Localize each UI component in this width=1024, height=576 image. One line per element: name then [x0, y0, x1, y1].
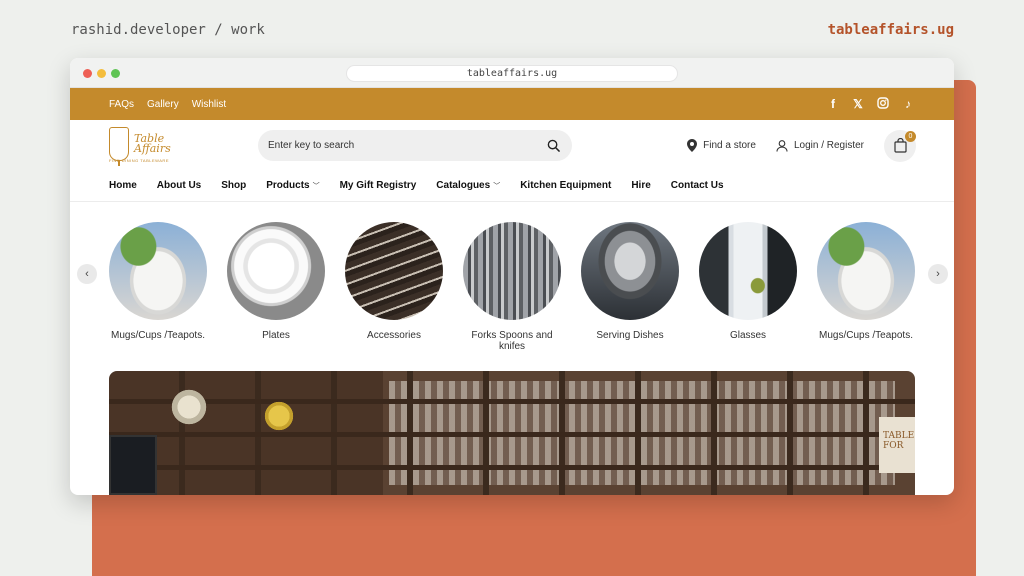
carousel-next-button[interactable]: ›: [928, 264, 948, 284]
nav-shop[interactable]: Shop: [221, 180, 246, 191]
shelf-frame: [109, 371, 915, 495]
nav-my-gift-registry[interactable]: My Gift Registry: [340, 180, 417, 191]
portfolio-caption: rashid.developer / work: [71, 22, 265, 38]
faqs-link[interactable]: FAQs: [109, 99, 134, 110]
minimize-window-button[interactable]: [97, 69, 106, 78]
category-image-plates: [227, 222, 325, 320]
cart-button[interactable]: 0: [884, 129, 916, 162]
decorative-plate: [261, 401, 297, 431]
category-label: Forks Spoons and knifes: [471, 330, 553, 352]
logo-tagline: FINE DINING TABLEWARE: [109, 158, 169, 163]
chevron-right-icon: ›: [936, 268, 940, 280]
category-item[interactable]: Mugs/Cups /Teapots.: [103, 222, 213, 341]
nav-about-us[interactable]: About Us: [157, 180, 201, 191]
browser-titlebar: tableaffairs.ug: [70, 58, 954, 88]
carousel-prev-button[interactable]: ‹: [77, 264, 97, 284]
nav-catalogues[interactable]: Catalogues ﹀: [436, 180, 500, 191]
category-carousel: ‹ Mugs/Cups /Teapots. Plates Accessories…: [70, 202, 954, 370]
nav-kitchen-equipment[interactable]: Kitchen Equipment: [520, 180, 611, 191]
chevron-down-icon: ﹀: [493, 182, 501, 190]
address-bar[interactable]: tableaffairs.ug: [346, 65, 678, 82]
category-item[interactable]: Accessories: [339, 222, 449, 341]
nav-home[interactable]: Home: [109, 180, 137, 191]
category-image-mug: [817, 222, 915, 320]
instagram-icon[interactable]: [877, 96, 889, 112]
category-item[interactable]: Mugs/Cups /Teapots.: [811, 222, 921, 341]
cart-count-badge: 0: [905, 130, 916, 142]
wine-glass-icon: [109, 127, 129, 166]
location-pin-icon: [687, 139, 698, 152]
logo-line-2: Affairs: [134, 142, 171, 155]
gallery-link[interactable]: Gallery: [147, 99, 179, 110]
chevron-down-icon: ﹀: [312, 182, 320, 190]
site-domain-caption: tableaffairs.ug: [827, 22, 954, 38]
search-icon[interactable]: [547, 139, 560, 152]
category-item[interactable]: Forks Spoons and knifes: [457, 222, 567, 352]
nav-contact-us[interactable]: Contact Us: [671, 180, 724, 191]
nav-hire[interactable]: Hire: [631, 180, 650, 191]
wishlist-link[interactable]: Wishlist: [192, 99, 226, 110]
main-navigation: Home About Us Shop Products ﹀ My Gift Reg…: [70, 170, 954, 202]
hero-banner-image: TABLE FOR: [109, 371, 915, 495]
category-image-accessories: [345, 222, 443, 320]
chevron-left-icon: ‹: [85, 268, 89, 280]
site-header: Table Affairs FINE DINING TABLEWARE Find…: [70, 120, 954, 170]
find-store-label: Find a store: [703, 140, 756, 151]
top-utility-bar: FAQs Gallery Wishlist f 𝕏 ♪: [70, 88, 954, 120]
tiktok-icon[interactable]: ♪: [902, 97, 914, 111]
category-item[interactable]: Glasses: [693, 222, 803, 341]
user-icon: [776, 139, 788, 152]
category-image-glasses: [699, 222, 797, 320]
maximize-window-button[interactable]: [111, 69, 120, 78]
search-box: [258, 130, 572, 161]
category-item[interactable]: Serving Dishes: [575, 222, 685, 341]
category-label: Plates: [262, 330, 290, 341]
find-store-link[interactable]: Find a store: [687, 139, 756, 152]
login-register-link[interactable]: Login / Register: [776, 139, 864, 152]
category-label: Serving Dishes: [596, 330, 664, 341]
login-register-label: Login / Register: [793, 140, 864, 151]
close-window-button[interactable]: [83, 69, 92, 78]
category-label: Accessories: [367, 330, 421, 341]
browser-window: tableaffairs.ug FAQs Gallery Wishlist f …: [70, 58, 954, 495]
category-item[interactable]: Plates: [221, 222, 331, 341]
shopping-bag-icon: [893, 138, 907, 153]
category-image-serving-dish: [581, 222, 679, 320]
category-label: Glasses: [729, 330, 767, 341]
decorative-plate: [167, 389, 211, 425]
display-screen: [109, 435, 157, 495]
x-icon[interactable]: 𝕏: [852, 97, 864, 111]
category-image-cutlery: [463, 222, 561, 320]
category-label: Mugs/Cups /Teapots.: [111, 330, 205, 341]
site-logo[interactable]: Table Affairs FINE DINING TABLEWARE: [109, 123, 189, 166]
category-label: Mugs/Cups /Teapots.: [819, 330, 913, 341]
nav-products[interactable]: Products ﹀: [266, 180, 319, 191]
search-input[interactable]: [258, 130, 518, 161]
category-image-mug: [109, 222, 207, 320]
store-sign: TABLE FOR: [879, 417, 915, 473]
facebook-icon[interactable]: f: [827, 97, 839, 111]
